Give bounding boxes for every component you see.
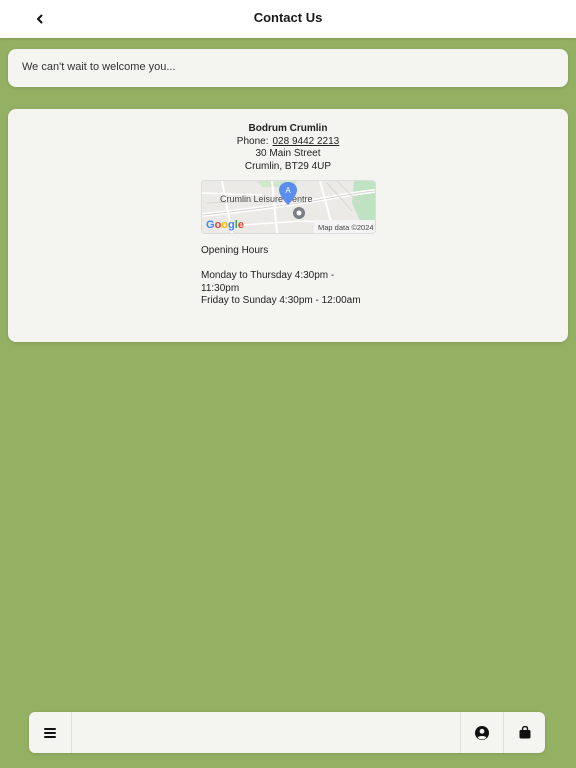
hamburger-menu-icon xyxy=(44,727,56,738)
shopping-bag-icon xyxy=(519,726,531,739)
hours-line-1: Monday to Thursday 4:30pm - 11:30pm xyxy=(201,270,335,294)
page-title: Contact Us xyxy=(253,10,323,25)
location-map[interactable]: Crumlin Leisure Centre A Google Map data… xyxy=(201,180,376,234)
opening-hours: Opening Hours Monday to Thursday 4:30pm … xyxy=(201,245,361,308)
user-circle-icon xyxy=(475,725,489,740)
cart-button[interactable] xyxy=(503,712,546,753)
phone-label: Phone: xyxy=(236,135,269,147)
venue-info-card: Bodrum Crumlin Phone: 028 9442 2213 30 Ma… xyxy=(8,109,568,342)
phone-link[interactable]: 028 9442 2213 xyxy=(272,136,339,147)
address-line-1: 30 Main Street xyxy=(255,148,321,159)
bottom-nav-bar xyxy=(29,712,545,753)
map-marker-label: A xyxy=(285,186,291,195)
top-bar: Contact Us xyxy=(0,0,576,38)
map-place-label: Crumlin Leisure Centre xyxy=(220,194,313,204)
map-brand: Google xyxy=(206,219,244,231)
welcome-message: We can't wait to welcome you... xyxy=(22,61,176,73)
venue-details: Bodrum Crumlin Phone: 028 9442 2213 30 Ma… xyxy=(8,123,568,173)
address-line-2: Crumlin, BT29 4UP xyxy=(244,160,332,172)
hours-line-2: Friday to Sunday 4:30pm - 12:00am xyxy=(201,295,361,306)
map-image: Crumlin Leisure Centre A Google Map data… xyxy=(202,181,375,233)
hours-heading: Opening Hours xyxy=(201,245,269,256)
phone-row: Phone: 028 9442 2213 xyxy=(8,136,568,149)
account-button[interactable] xyxy=(460,712,503,753)
map-attribution: Map data ©2024 xyxy=(318,223,374,232)
welcome-card: We can't wait to welcome you... xyxy=(8,49,568,87)
venue-name: Bodrum Crumlin xyxy=(248,123,328,134)
menu-button[interactable] xyxy=(29,712,72,753)
